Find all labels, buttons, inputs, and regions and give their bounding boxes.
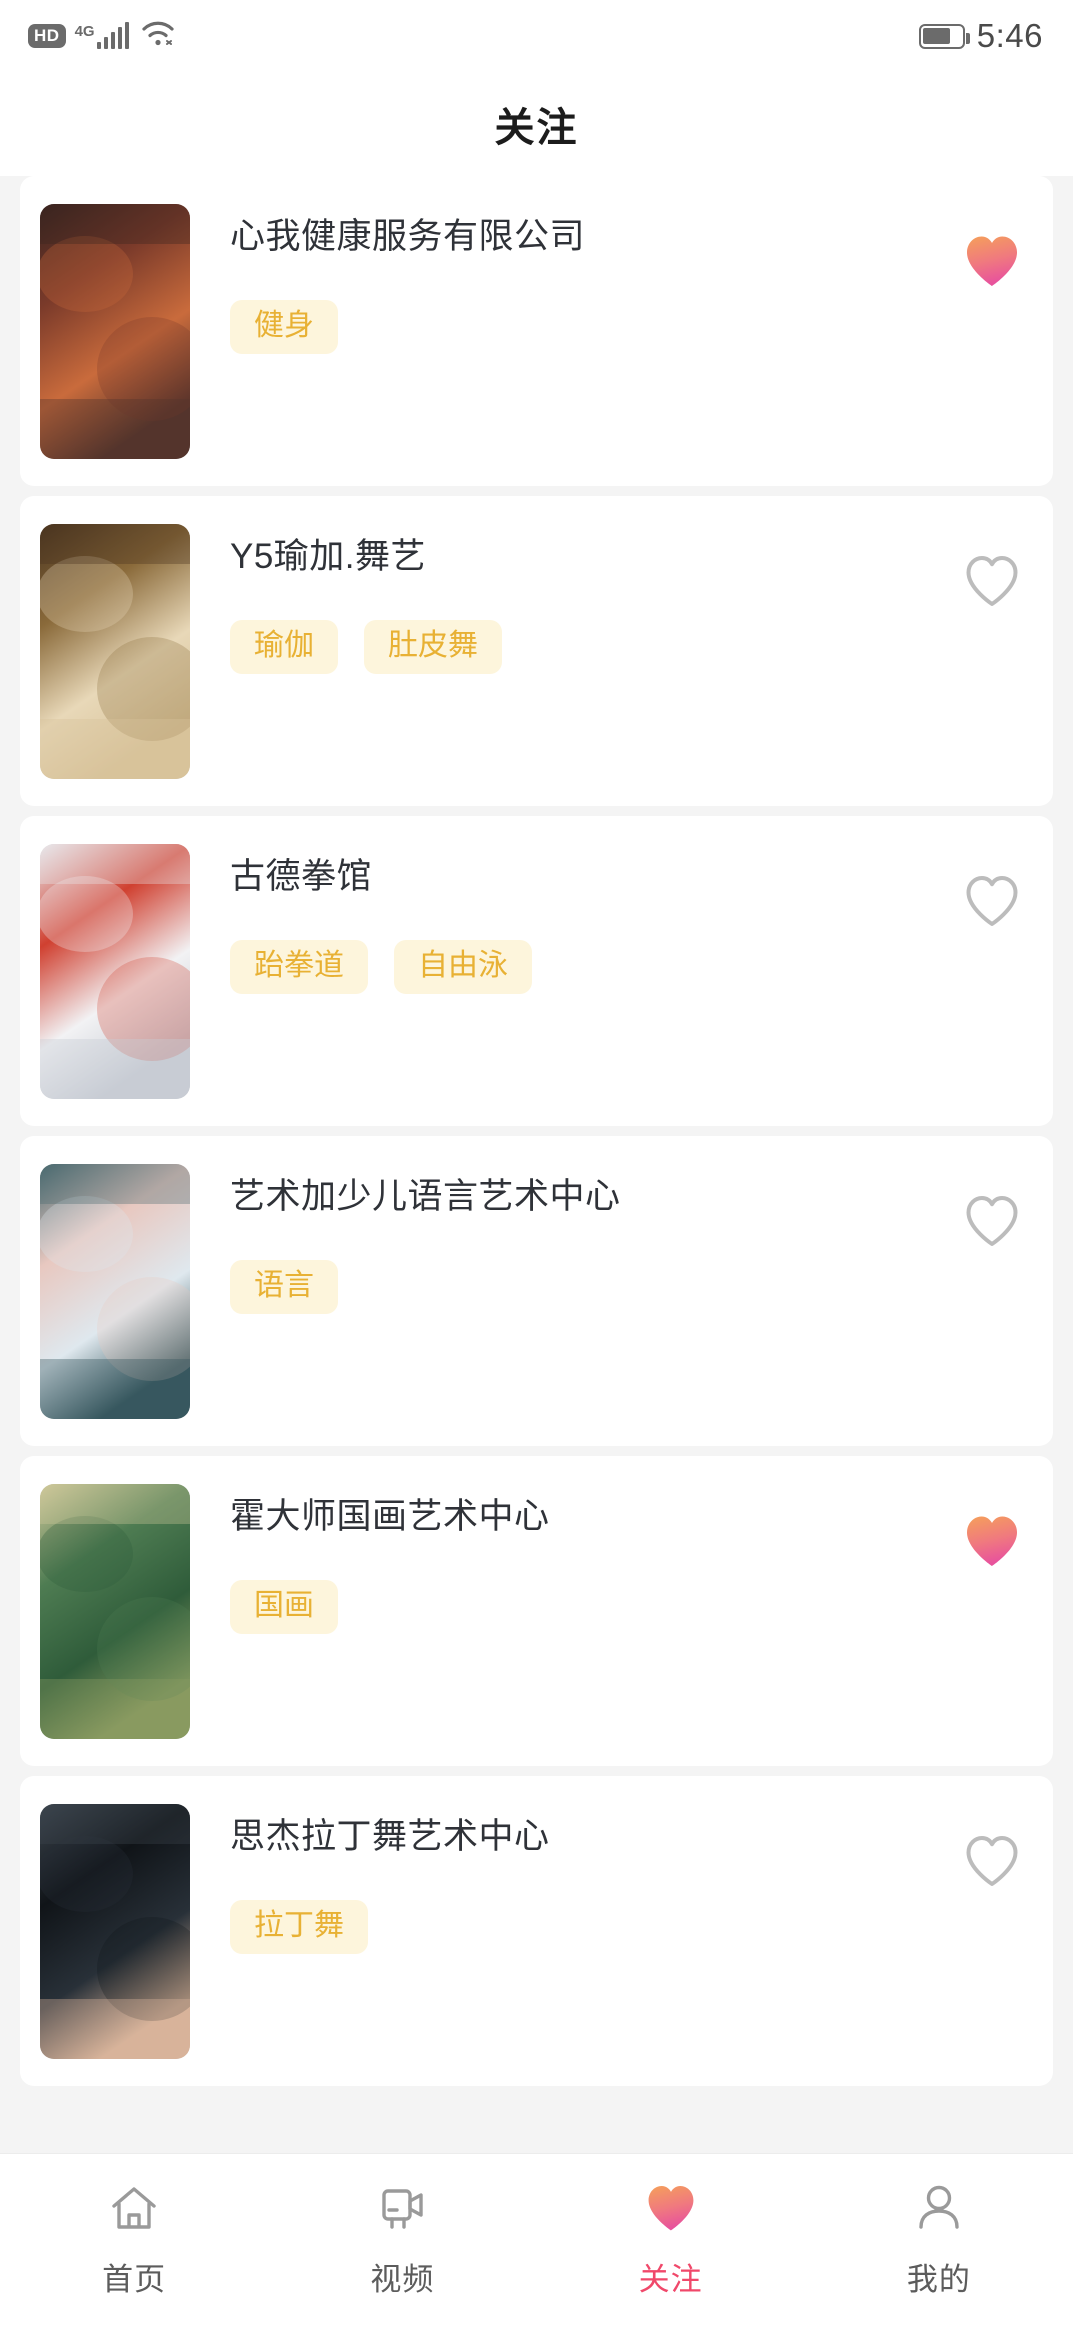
org-tag[interactable]: 自由泳 (394, 940, 532, 994)
page-title: 关注 (494, 106, 579, 150)
org-thumbnail[interactable] (40, 1484, 190, 1739)
org-tag-list: 跆拳道 自由泳 (230, 940, 1023, 994)
org-name: 心我健康服务有限公司 (230, 217, 586, 256)
favorite-toggle-button[interactable] (961, 552, 1023, 610)
org-tag-list: 拉丁舞 (230, 1900, 1023, 1954)
home-icon (112, 2187, 156, 2229)
wifi-icon (141, 20, 175, 53)
favorite-toggle-button[interactable] (961, 232, 1023, 290)
status-bar-left: HD 4G (28, 20, 175, 53)
org-tag[interactable]: 瑜伽 (230, 620, 338, 674)
thumbnail-image (40, 1164, 190, 1419)
org-card[interactable]: 思杰拉丁舞艺术中心 拉丁舞 (20, 1776, 1053, 2086)
status-clock: 5:46 (976, 17, 1043, 54)
network-type-label: 4G (74, 23, 95, 40)
tab-label: 我的 (906, 2262, 971, 2297)
video-camera-icon (382, 2189, 424, 2229)
tab-label: 首页 (102, 2262, 167, 2297)
thumbnail-image (40, 204, 190, 459)
org-card[interactable]: 艺术加少儿语言艺术中心 语言 (20, 1136, 1053, 1446)
home-icon (106, 2180, 162, 2236)
heart-icon (648, 2186, 694, 2231)
heart-icon (643, 2180, 699, 2236)
org-tag[interactable]: 肚皮舞 (364, 620, 502, 674)
tab-label: 视频 (370, 2262, 435, 2297)
org-name: 艺术加少儿语言艺术中心 (230, 1177, 621, 1216)
org-card[interactable]: 霍大师国画艺术中心 国画 (20, 1456, 1053, 1766)
heart-outline-icon (966, 876, 1018, 926)
heart-filled-icon (967, 1516, 1017, 1566)
org-info: Y5瑜加.舞艺 瑜伽 肚皮舞 (190, 524, 1023, 806)
tab-label: 关注 (638, 2262, 703, 2297)
org-tag-list: 国画 (230, 1580, 1023, 1634)
thumbnail-image (40, 1484, 190, 1739)
heart-outline-icon (966, 1836, 1018, 1886)
signal-bars-glyph (96, 22, 130, 49)
org-thumbnail[interactable] (40, 844, 190, 1099)
thumbnail-image (40, 1804, 190, 2059)
heart-filled-icon (967, 236, 1017, 286)
org-tag-list: 健身 (230, 300, 1023, 354)
org-tag-list: 语言 (230, 1260, 1023, 1314)
favorite-toggle-button[interactable] (961, 1512, 1023, 1570)
org-name: 古德拳馆 (230, 857, 373, 896)
org-info: 心我健康服务有限公司 健身 (190, 204, 1023, 486)
video-camera-icon (374, 2180, 430, 2236)
org-info: 古德拳馆 跆拳道 自由泳 (190, 844, 1023, 1126)
org-name: Y5瑜加.舞艺 (230, 537, 427, 576)
org-name: 思杰拉丁舞艺术中心 (230, 1817, 550, 1856)
org-thumbnail[interactable] (40, 1164, 190, 1419)
org-tag-list: 瑜伽 肚皮舞 (230, 620, 1023, 674)
app-root: HD 4G 5:46 关注 心我健康服务有限公司 健身 Y5瑜加.舞艺 瑜伽 肚… (0, 0, 1073, 2333)
thumbnail-image (40, 844, 190, 1099)
org-card[interactable]: 心我健康服务有限公司 健身 (20, 176, 1053, 486)
tab-video[interactable]: 视频 (268, 2180, 536, 2299)
status-bar-right: 5:46 (918, 17, 1043, 55)
org-thumbnail[interactable] (40, 204, 190, 459)
org-tag[interactable]: 拉丁舞 (230, 1900, 368, 1954)
person-icon (911, 2180, 967, 2236)
thumbnail-image (40, 524, 190, 779)
org-tag[interactable]: 国画 (230, 1580, 338, 1634)
org-info: 霍大师国画艺术中心 国画 (190, 1484, 1023, 1766)
favorite-toggle-button[interactable] (961, 872, 1023, 930)
org-card[interactable]: Y5瑜加.舞艺 瑜伽 肚皮舞 (20, 496, 1053, 806)
org-thumbnail[interactable] (40, 524, 190, 779)
tab-mine[interactable]: 我的 (805, 2180, 1073, 2299)
tab-home[interactable]: 首页 (0, 2180, 268, 2299)
status-bar: HD 4G 5:46 (0, 0, 1073, 72)
org-thumbnail[interactable] (40, 1804, 190, 2059)
hd-badge: HD (28, 24, 66, 48)
page-header: 关注 (0, 72, 1073, 176)
bottom-tab-bar: 首页 视频 关注 我的 (0, 2153, 1073, 2333)
org-tag[interactable]: 语言 (230, 1260, 338, 1314)
followed-org-list[interactable]: 心我健康服务有限公司 健身 Y5瑜加.舞艺 瑜伽 肚皮舞 古德拳馆 跆拳道 自由… (0, 176, 1073, 2153)
signal-bars-icon: 4G (74, 22, 130, 49)
favorite-toggle-button[interactable] (961, 1832, 1023, 1890)
person-icon (919, 2185, 959, 2229)
battery-icon (918, 23, 970, 49)
favorite-toggle-button[interactable] (961, 1192, 1023, 1250)
heart-outline-icon (966, 1196, 1018, 1246)
org-tag[interactable]: 跆拳道 (230, 940, 368, 994)
heart-outline-icon (966, 556, 1018, 606)
org-info: 艺术加少儿语言艺术中心 语言 (190, 1164, 1023, 1446)
org-name: 霍大师国画艺术中心 (230, 1497, 550, 1536)
tab-follow[interactable]: 关注 (537, 2180, 805, 2299)
battery-fill (923, 28, 950, 44)
org-card[interactable]: 古德拳馆 跆拳道 自由泳 (20, 816, 1053, 1126)
org-tag[interactable]: 健身 (230, 300, 338, 354)
org-info: 思杰拉丁舞艺术中心 拉丁舞 (190, 1804, 1023, 2086)
